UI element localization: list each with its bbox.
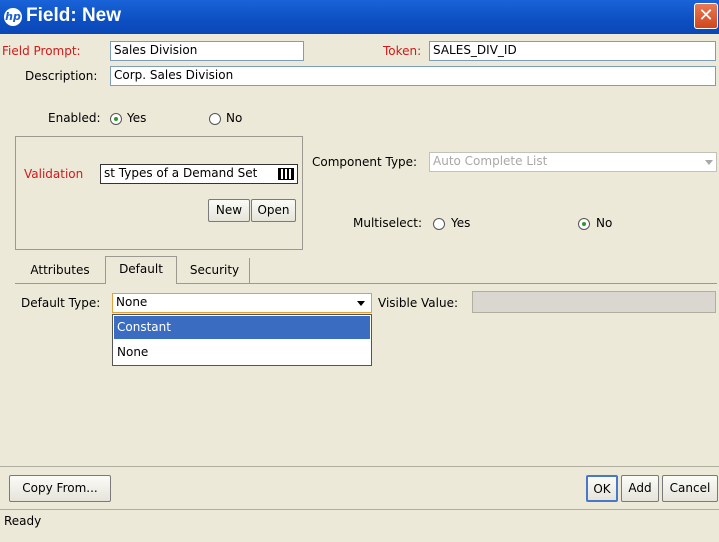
component-type-label: Component Type:: [312, 155, 418, 169]
multiselect-yes-radio[interactable]: [433, 218, 445, 230]
multiselect-no-label[interactable]: No: [596, 216, 612, 230]
multiselect-yes-label[interactable]: Yes: [451, 216, 470, 230]
token-input[interactable]: SALES_DIV_ID: [429, 41, 716, 61]
new-validation-button[interactable]: New: [208, 199, 250, 222]
visible-value-label: Visible Value:: [378, 296, 459, 310]
chevron-down-icon[interactable]: [357, 301, 365, 306]
dialog-window: hp Field: New ✕ Field Prompt: Sales Divi…: [0, 0, 719, 542]
enabled-no-label[interactable]: No: [226, 111, 242, 125]
ok-button[interactable]: OK: [586, 475, 618, 502]
title-bar[interactable]: hp Field: New ✕: [0, 0, 719, 34]
dropdown-option-none[interactable]: None: [114, 341, 370, 364]
tab-default[interactable]: Default: [105, 256, 177, 284]
status-text: Ready: [4, 514, 42, 528]
list-picker-icon[interactable]: [278, 168, 294, 180]
dropdown-option-constant[interactable]: Constant: [114, 316, 370, 339]
status-bar: Ready: [0, 509, 719, 534]
open-validation-button[interactable]: Open: [251, 199, 296, 222]
default-type-dropdown[interactable]: Constant None: [112, 314, 372, 366]
component-type-select[interactable]: Auto Complete List: [429, 152, 717, 172]
tab-security[interactable]: Security: [180, 258, 250, 284]
visible-value-input: [472, 291, 716, 313]
enabled-yes-label[interactable]: Yes: [127, 111, 146, 125]
description-input[interactable]: Corp. Sales Division: [110, 66, 716, 86]
close-button[interactable]: ✕: [694, 3, 718, 29]
token-label: Token:: [383, 44, 422, 58]
hp-logo-icon: hp: [4, 8, 22, 26]
chevron-down-icon: [705, 160, 713, 165]
validation-label: Validation: [24, 167, 84, 181]
field-prompt-input[interactable]: Sales Division: [110, 41, 304, 61]
tab-attributes[interactable]: Attributes: [15, 258, 105, 284]
cancel-button[interactable]: Cancel: [662, 475, 718, 502]
field-prompt-label: Field Prompt:: [2, 44, 81, 58]
enabled-yes-radio[interactable]: [110, 113, 122, 125]
window-title: Field: New: [26, 5, 122, 26]
default-type-select[interactable]: None: [112, 293, 372, 313]
description-label: Description:: [25, 69, 98, 83]
default-type-label: Default Type:: [21, 296, 101, 310]
validation-input[interactable]: st Types of a Demand Set: [100, 164, 298, 184]
validation-panel: [15, 136, 303, 250]
multiselect-no-radio[interactable]: [578, 218, 590, 230]
enabled-no-radio[interactable]: [209, 113, 221, 125]
copy-from-button[interactable]: Copy From...: [9, 475, 111, 502]
enabled-label: Enabled:: [48, 111, 101, 125]
divider: [0, 466, 719, 467]
multiselect-label: Multiselect:: [353, 216, 423, 230]
add-button[interactable]: Add: [621, 475, 659, 502]
